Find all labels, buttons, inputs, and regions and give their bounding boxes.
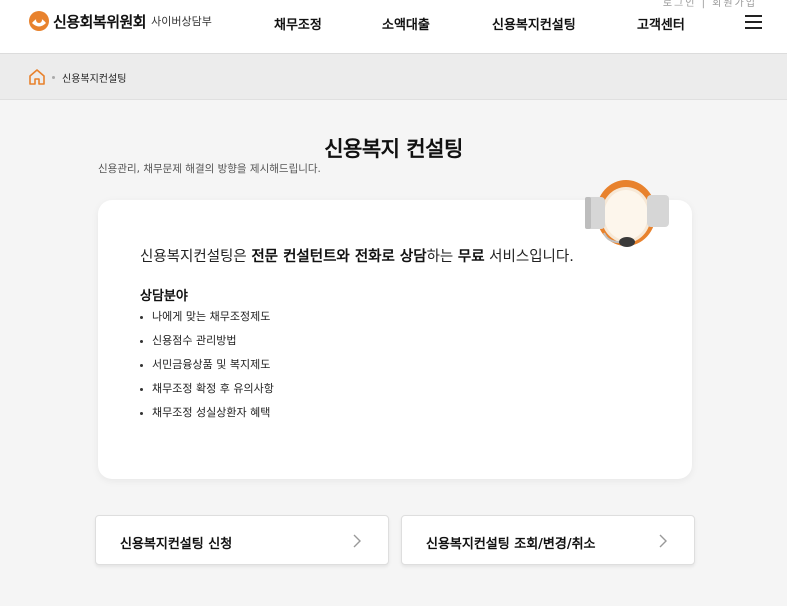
apply-consulting-button[interactable]: 신용복지컨설팅 신청 <box>95 515 389 565</box>
page-title: 신용복지 컨설팅 <box>324 137 463 161</box>
hamburger-menu-icon[interactable] <box>745 15 762 29</box>
breadcrumb: 신용복지컨설팅 <box>0 54 787 100</box>
page-description: 신용관리, 채무문제 해결의 방향을 제시해드립니다. <box>98 163 321 175</box>
nav-item-credit-consulting[interactable]: 신용복지컨설팅 <box>492 14 576 33</box>
list-item: 채무조정 확정 후 유의사항 <box>140 381 274 405</box>
logo-subtitle: 사이버상담부 <box>151 15 212 28</box>
headset-icon <box>585 180 669 247</box>
nav-item-customer-center[interactable]: 고객센터 <box>637 14 685 33</box>
site-header: 신용회복위원회 사이버상담부 로그인 | 회원가입 채무조정 소액대출 신용복지… <box>0 0 787 54</box>
consulting-fields-list: 나에게 맞는 채무조정제도 신용점수 관리방법 서민금융상품 및 복지제도 채무… <box>140 309 274 429</box>
logo-icon <box>29 11 49 31</box>
inquire-change-cancel-button[interactable]: 신용복지컨설팅 조회/변경/취소 <box>401 515 695 565</box>
list-item: 서민금융상품 및 복지제도 <box>140 357 274 381</box>
service-intro: 신용복지컨설팅은 전문 컨설턴트와 전화로 상담하는 무료 서비스입니다. <box>140 249 574 265</box>
consulting-fields-title: 상담분야 <box>140 289 188 304</box>
nav-item-debt-adjustment[interactable]: 채무조정 <box>274 14 322 33</box>
list-item: 나에게 맞는 채무조정제도 <box>140 309 274 333</box>
nav-item-micro-loan[interactable]: 소액대출 <box>382 14 430 33</box>
chevron-right-icon <box>659 534 667 548</box>
site-logo[interactable]: 신용회복위원회 사이버상담부 <box>28 10 212 32</box>
breadcrumb-current[interactable]: 신용복지컨설팅 <box>62 70 126 85</box>
top-utility-links[interactable]: 로그인 | 회원가입 <box>663 0 757 9</box>
list-item: 채무조정 성실상환자 혜택 <box>140 405 274 429</box>
home-icon[interactable] <box>28 68 46 85</box>
breadcrumb-separator <box>52 76 55 79</box>
chevron-right-icon <box>353 534 361 548</box>
list-item: 신용점수 관리방법 <box>140 333 274 357</box>
logo-name: 신용회복위원회 <box>53 12 147 31</box>
